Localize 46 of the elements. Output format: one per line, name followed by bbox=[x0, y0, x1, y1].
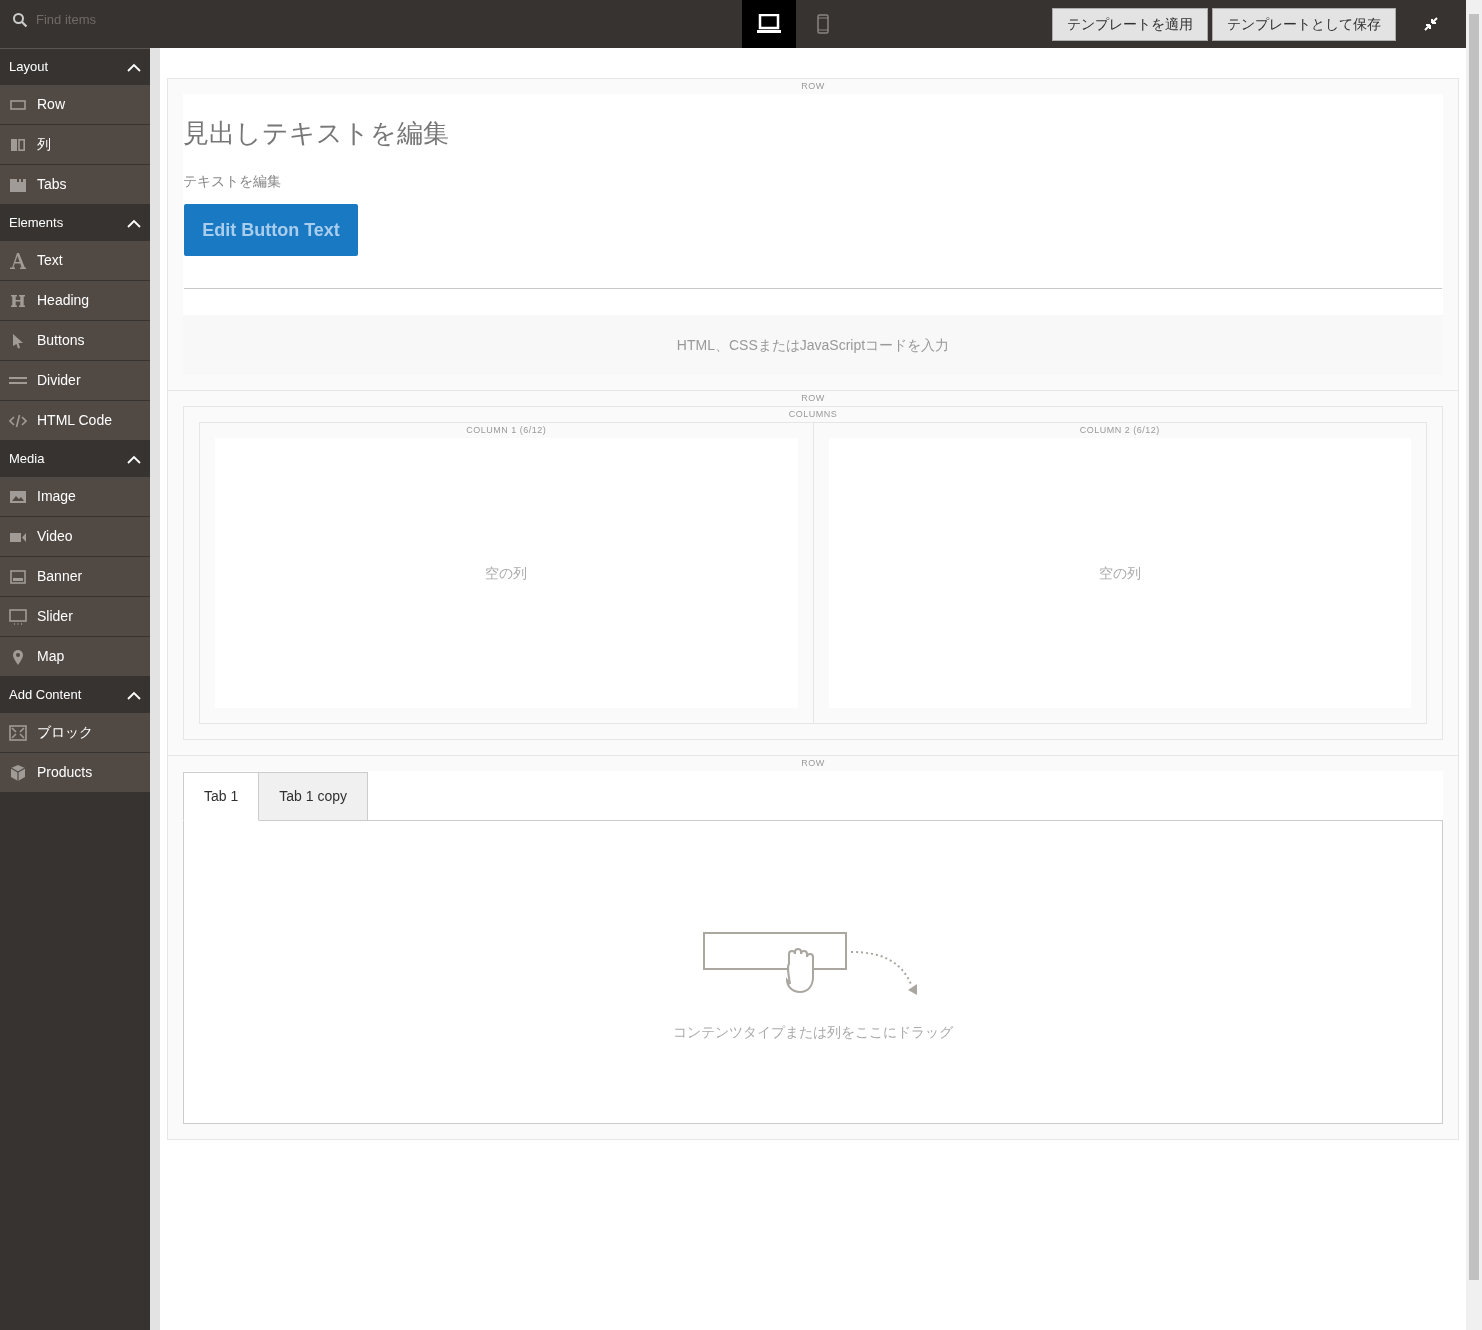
empty-column-text: 空の列 bbox=[485, 563, 528, 583]
tab[interactable]: Tab 1 bbox=[183, 772, 260, 821]
scrollbar-thumb[interactable] bbox=[1469, 14, 1479, 1280]
banner-icon bbox=[9, 567, 27, 586]
device-button[interactable] bbox=[742, 0, 796, 48]
sidebar-item[interactable]: Map bbox=[0, 637, 150, 677]
sidebar-item[interactable]: Heading bbox=[0, 281, 150, 321]
sidebar-item[interactable]: 列 bbox=[0, 125, 150, 165]
toolbar-button[interactable]: テンプレートを適用 bbox=[1052, 7, 1208, 41]
letter-a-icon bbox=[9, 251, 27, 270]
phone-icon bbox=[817, 14, 829, 34]
sidebar-item[interactable]: Text bbox=[0, 241, 150, 281]
collapse-icon[interactable] bbox=[1423, 16, 1439, 32]
chevron-icon bbox=[127, 62, 141, 72]
sidebar-item[interactable]: Image bbox=[0, 477, 150, 517]
row-label: ROW bbox=[800, 80, 826, 93]
sidebar-item[interactable]: Buttons bbox=[0, 321, 150, 361]
body-text: テキストを編集 bbox=[183, 172, 282, 191]
sidebar-item[interactable]: Video bbox=[0, 517, 150, 557]
empty-column-text: 空の列 bbox=[1098, 563, 1141, 583]
search-field[interactable]: Find items bbox=[36, 10, 136, 30]
toolbar-button[interactable]: テンプレートとして保存 bbox=[1212, 7, 1396, 41]
sidebar-item[interactable]: Banner bbox=[0, 557, 150, 597]
sidebar-item[interactable]: Row bbox=[0, 85, 150, 125]
block-icon bbox=[9, 723, 27, 742]
slider-icon bbox=[9, 607, 27, 626]
box-icon bbox=[9, 763, 27, 782]
sidebar-item[interactable]: Tabs bbox=[0, 165, 150, 205]
row-label: ROW bbox=[800, 392, 826, 405]
search-icon bbox=[12, 12, 28, 28]
tab[interactable]: Tab 1 copy bbox=[259, 772, 368, 821]
chevron-icon bbox=[127, 454, 141, 464]
columns-label: COLUMNS bbox=[787, 408, 839, 421]
sidebar-item[interactable]: Slider bbox=[0, 597, 150, 637]
laptop-icon bbox=[756, 14, 782, 34]
sidebar-item[interactable]: HTML Code bbox=[0, 401, 150, 441]
chevron-icon bbox=[127, 690, 141, 700]
sidebar-item[interactable]: Products bbox=[0, 753, 150, 793]
chevron-icon bbox=[127, 218, 141, 228]
sidebar-item[interactable]: ブロック bbox=[0, 713, 150, 753]
sidebar-item[interactable]: Divider bbox=[0, 361, 150, 401]
row-label: ROW bbox=[800, 757, 826, 770]
column-label: COLUMN 1 (6/12) bbox=[465, 424, 548, 437]
heading-text: 見出しテキストを編集 bbox=[183, 117, 450, 150]
column-label: COLUMN 2 (6/12) bbox=[1078, 424, 1161, 437]
drop-hint-text: コンテンツタイプまたは列をここにドラッグ bbox=[673, 1022, 953, 1042]
